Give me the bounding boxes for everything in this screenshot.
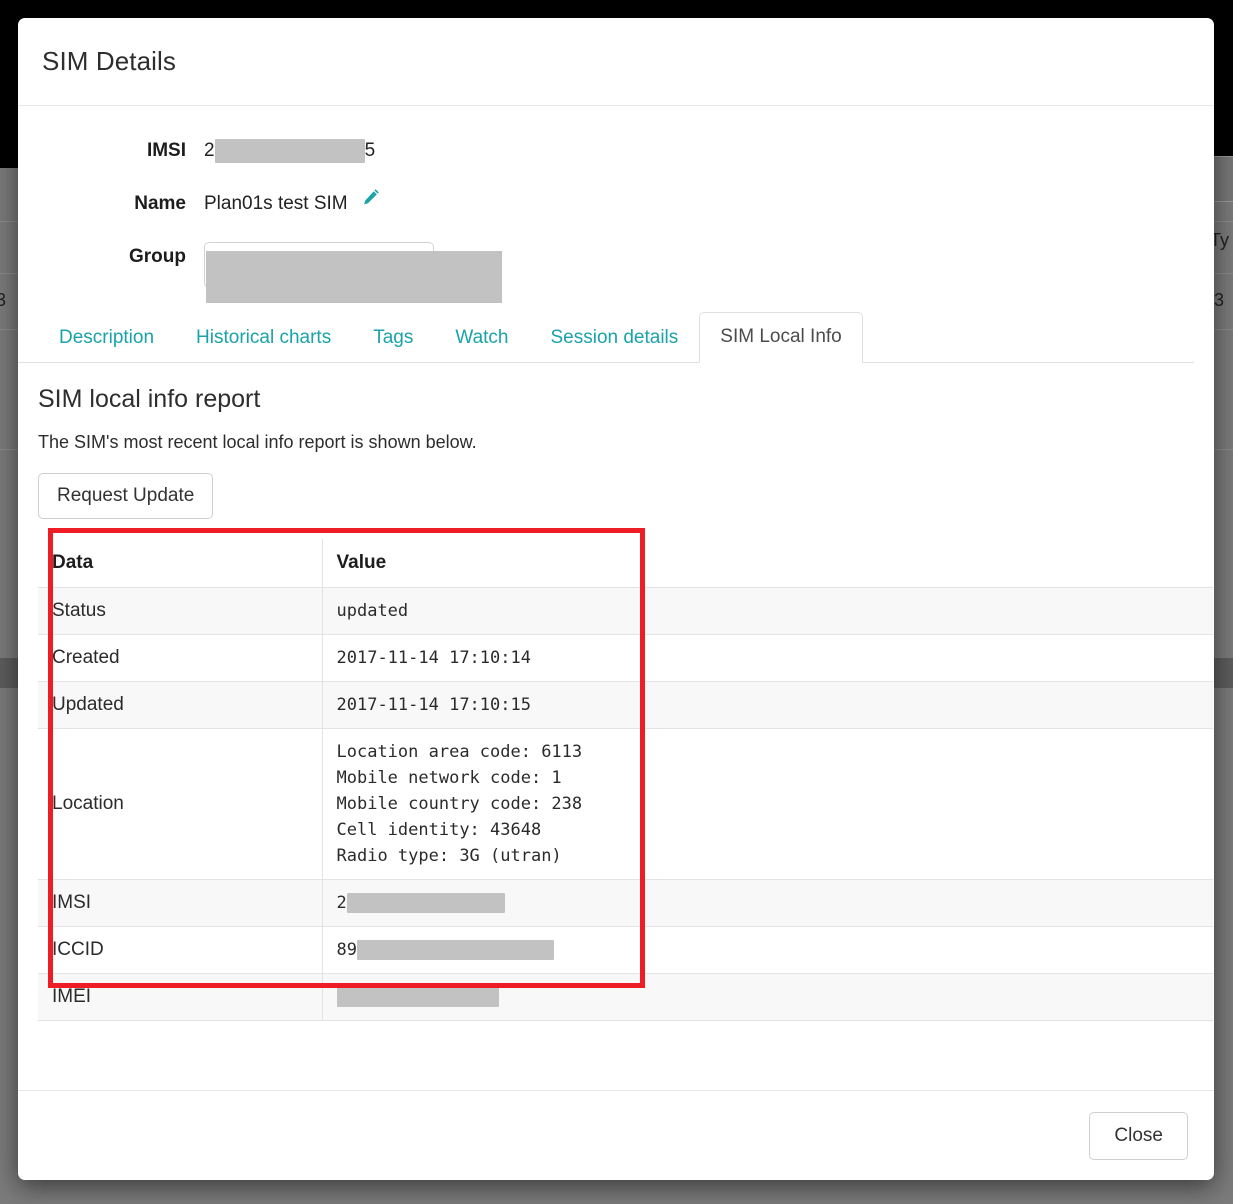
sim-summary-form: IMSI 25 Name Plan01s test SIM bbox=[18, 106, 1214, 288]
dialog-body: IMSI 25 Name Plan01s test SIM bbox=[18, 106, 1214, 1090]
imsi-value-suffix: 5 bbox=[365, 140, 376, 161]
row-value-text: 2017-11-14 17:10:15 bbox=[337, 695, 531, 715]
dialog-footer: Close bbox=[18, 1090, 1214, 1180]
sim-local-info-panel: SIM local info report The SIM's most rec… bbox=[18, 363, 1214, 1021]
request-update-button[interactable]: Request Update bbox=[38, 473, 213, 519]
iccid-row-redaction bbox=[357, 940, 554, 960]
dialog-header: SIM Details bbox=[18, 18, 1214, 106]
tab-description[interactable]: Description bbox=[38, 313, 175, 363]
group-redaction bbox=[206, 251, 502, 303]
row-value-text: Location area code: 6113 Mobile network … bbox=[337, 742, 583, 866]
row-value bbox=[322, 974, 1213, 1021]
row-label: ICCID bbox=[38, 927, 322, 974]
tab-sim-local-info[interactable]: SIM Local Info bbox=[699, 312, 862, 363]
row-value: 2017-11-14 17:10:15 bbox=[322, 682, 1213, 729]
table-row: Created 2017-11-14 17:10:14 bbox=[38, 635, 1213, 682]
table-row: ICCID 89 bbox=[38, 927, 1213, 974]
row-label: Location bbox=[38, 729, 322, 880]
form-row-name: Name Plan01s test SIM bbox=[18, 189, 1214, 219]
row-value: 2 bbox=[322, 880, 1213, 927]
row-value-text: 2017-11-14 17:10:14 bbox=[337, 648, 531, 668]
name-value-wrap: Plan01s test SIM bbox=[204, 189, 381, 219]
background-cell-fragment: 3 bbox=[1214, 290, 1224, 311]
row-label: Created bbox=[38, 635, 322, 682]
background-cell-fragment-left: 3 bbox=[0, 290, 6, 311]
row-value: Location area code: 6113 Mobile network … bbox=[322, 729, 1213, 880]
tab-watch[interactable]: Watch bbox=[434, 313, 529, 363]
row-value-text: 2 bbox=[337, 893, 347, 913]
row-label: IMEI bbox=[38, 974, 322, 1021]
group-value-wrap bbox=[204, 242, 434, 288]
row-label: IMSI bbox=[38, 880, 322, 927]
table-row: IMEI bbox=[38, 974, 1213, 1021]
name-label: Name bbox=[18, 189, 204, 219]
imsi-redaction bbox=[215, 139, 365, 163]
table-row: IMSI 2 bbox=[38, 880, 1213, 927]
row-value-text: updated bbox=[337, 601, 409, 621]
table-row: Location Location area code: 6113 Mobile… bbox=[38, 729, 1213, 880]
report-heading: SIM local info report bbox=[38, 385, 1194, 414]
row-value-text: 89 bbox=[337, 940, 357, 960]
tab-bar: Description Historical charts Tags Watch… bbox=[18, 311, 1194, 363]
report-description: The SIM's most recent local info report … bbox=[38, 432, 1194, 453]
table-row: Status updated bbox=[38, 588, 1213, 635]
imsi-label: IMSI bbox=[18, 136, 204, 166]
local-info-table: Data Value Status updated bbox=[38, 539, 1213, 1021]
local-info-table-wrap: Data Value Status updated bbox=[38, 539, 1213, 1021]
group-label: Group bbox=[18, 242, 204, 272]
table-header-row: Data Value bbox=[38, 539, 1213, 588]
imsi-row-redaction bbox=[347, 893, 505, 913]
table-row: Updated 2017-11-14 17:10:15 bbox=[38, 682, 1213, 729]
imsi-value: 25 bbox=[204, 136, 375, 166]
row-label: Updated bbox=[38, 682, 322, 729]
dialog-title: SIM Details bbox=[42, 46, 176, 77]
imei-row-redaction bbox=[337, 987, 499, 1007]
screen: Ty 3 3 SIM Details IMSI 25 Name bbox=[0, 0, 1233, 1204]
form-row-group: Group bbox=[18, 242, 1214, 288]
tab-tags[interactable]: Tags bbox=[352, 313, 434, 363]
tab-session-details[interactable]: Session details bbox=[529, 313, 699, 363]
sim-details-dialog: SIM Details IMSI 25 Name Plan01s test SI… bbox=[18, 18, 1214, 1180]
row-value: 89 bbox=[322, 927, 1213, 974]
form-row-imsi: IMSI 25 bbox=[18, 136, 1214, 166]
row-value: updated bbox=[322, 588, 1213, 635]
imsi-value-prefix: 2 bbox=[204, 140, 215, 161]
name-value: Plan01s test SIM bbox=[204, 193, 348, 214]
tab-historical-charts[interactable]: Historical charts bbox=[175, 313, 352, 363]
column-header-value: Value bbox=[322, 539, 1213, 588]
close-button[interactable]: Close bbox=[1089, 1112, 1188, 1160]
column-header-data: Data bbox=[38, 539, 322, 588]
row-value: 2017-11-14 17:10:14 bbox=[322, 635, 1213, 682]
pencil-icon[interactable] bbox=[361, 187, 381, 217]
row-label: Status bbox=[38, 588, 322, 635]
